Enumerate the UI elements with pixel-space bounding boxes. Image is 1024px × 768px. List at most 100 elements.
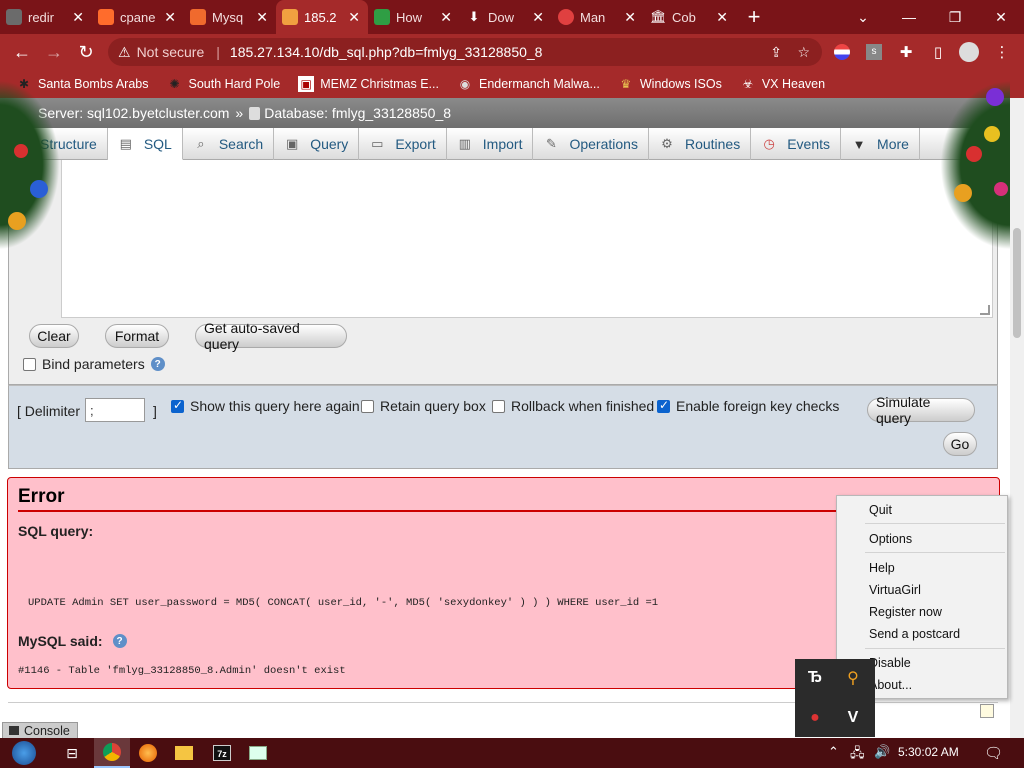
browser-tab[interactable]: Man ✕ [552,0,644,34]
menu-item-virtuagirl[interactable]: VirtuaGirl [869,583,921,597]
menu-item-help[interactable]: Help [869,561,895,575]
console-toggle[interactable]: Console [2,722,78,738]
mysql-said-row: MySQL said: ? [18,633,127,649]
option-retain-query-box[interactable]: Retain query box [361,398,486,414]
clear-button[interactable]: Clear [29,324,79,348]
browser-tab[interactable]: How ✕ [368,0,460,34]
option-show-query[interactable]: Show this query here again [171,398,360,414]
browser-tab[interactable]: cpane ✕ [92,0,184,34]
forward-icon[interactable]: → [38,36,70,68]
tab-routines[interactable]: ⚙ Routines [649,128,752,160]
bookmark-item[interactable]: ♛ Windows ISOs [618,76,721,92]
tab-search[interactable]: ⌕ Search [183,128,275,160]
delimiter-input[interactable] [85,398,145,422]
v-tray-icon[interactable]: V [839,704,867,732]
file-explorer-icon[interactable] [166,738,202,768]
menu-icon[interactable]: ⋮ [990,40,1014,64]
rollback-checkbox[interactable] [492,399,505,413]
go-button[interactable]: Go [943,432,977,456]
scrollbar-thumb[interactable] [1013,228,1021,338]
option-rollback[interactable]: Rollback when finished [492,398,654,414]
system-clock[interactable]: 5:30:02 AM [898,745,959,759]
close-window-icon[interactable]: ✕ [978,0,1024,34]
foreign-key-checks-checkbox[interactable] [657,398,670,413]
menu-item-about[interactable]: About... [869,678,912,692]
simulate-query-button[interactable]: Simulate query [867,394,975,426]
extension-icon[interactable] [830,40,854,64]
close-icon[interactable]: ✕ [256,9,268,26]
format-button[interactable]: Format [105,324,169,348]
server-link[interactable]: Server: sql102.byetcluster.com [38,105,229,121]
page-scrollbar[interactable] [1010,98,1024,738]
browser-tab[interactable]: 🏛 Cob ✕ [644,0,736,34]
help-icon[interactable]: ? [112,634,127,648]
menu-item-postcard[interactable]: Send a postcard [869,627,960,641]
tab-sql[interactable]: ▤ SQL [107,128,183,160]
tab-export[interactable]: ▭ Export [359,128,447,160]
app-taskbar-icon[interactable] [240,738,276,768]
bookmark-item[interactable]: ☣ VX Heaven [740,76,825,92]
browser-tab[interactable]: Mysq ✕ [184,0,276,34]
chevron-down-icon: ▼ [852,136,866,152]
menu-item-disable[interactable]: Disable [869,656,911,670]
volume-icon[interactable]: 🔊 [874,744,890,760]
star-icon[interactable]: ☆ [797,44,810,61]
tab-import[interactable]: ▥ Import [447,128,534,160]
retain-query-box-checkbox[interactable] [361,399,374,413]
tb-tray-icon[interactable]: Ђ [801,664,829,692]
browser-tab[interactable]: ⬇ Dow ✕ [460,0,552,34]
puzzle-icon[interactable]: ✚ [894,40,918,64]
chrome-taskbar-icon[interactable] [94,738,130,768]
new-tab-button[interactable]: + [742,4,766,30]
menu-item-quit[interactable]: Quit [869,503,892,517]
network-icon[interactable]: 🖧 [850,744,865,766]
ornament-icon [994,182,1008,196]
close-icon[interactable]: ✕ [348,9,360,26]
close-icon[interactable]: ✕ [716,9,728,26]
address-bar[interactable]: ⚠ Not secure | 185.27.134.10/db_sql.php?… [108,38,822,66]
menu-item-register[interactable]: Register now [869,605,942,619]
7zip-taskbar-icon[interactable]: 7z [204,738,240,768]
share-icon[interactable]: ⇪ [770,44,782,61]
browser-tab[interactable]: redir ✕ [0,0,92,34]
show-query-checkbox[interactable] [171,398,184,413]
database-link[interactable]: Database: fmlyg_33128850_8 [264,105,451,121]
close-icon[interactable]: ✕ [532,9,544,26]
bind-parameters-checkbox[interactable] [23,357,36,371]
firefox-taskbar-icon[interactable] [130,738,166,768]
menu-item-options[interactable]: Options [869,532,912,546]
close-icon[interactable]: ✕ [440,9,452,26]
profile-icon[interactable] [957,40,981,64]
back-icon[interactable]: ← [6,36,38,68]
bookmark-item[interactable]: ✺ South Hard Pole [166,76,280,92]
tab-events[interactable]: ◷ Events [751,128,842,160]
bookmark-item[interactable]: ▣ MEMZ Christmas E... [298,76,439,92]
search-icon[interactable]: ⚲ [839,664,867,692]
bookmark-item[interactable]: ◉ Endermanch Malwa... [457,76,600,92]
tab-search-icon[interactable]: ⌄ [840,0,886,34]
tab-more[interactable]: ▼ More [841,128,920,160]
notes-icon[interactable] [980,704,994,718]
minimize-icon[interactable]: — [886,0,932,34]
option-foreign-key-checks[interactable]: Enable foreign key checks [657,398,839,414]
task-view-icon[interactable]: ⊟ [54,738,90,768]
help-icon[interactable]: ? [150,357,165,371]
notification-icon[interactable]: 🗨 [984,744,1003,762]
resize-grip-icon[interactable] [980,305,990,315]
reload-icon[interactable]: ↻ [70,36,102,68]
windows-iso-icon: ♛ [620,77,632,91]
start-button[interactable] [4,738,44,768]
chevron-up-icon[interactable]: ⌃ [828,744,839,760]
extension-s-icon[interactable]: s [862,40,886,64]
close-icon[interactable]: ✕ [164,9,176,26]
get-autosaved-query-button[interactable]: Get auto-saved query [195,320,347,352]
ornament-tray-icon[interactable]: ● [801,704,829,732]
close-icon[interactable]: ✕ [72,9,84,26]
close-icon[interactable]: ✕ [624,9,636,26]
tab-operations[interactable]: ✎ Operations [533,128,649,160]
restore-icon[interactable]: ❐ [932,0,978,34]
tab-query[interactable]: ▣ Query [274,128,360,160]
browser-tab-active[interactable]: 185.2 ✕ [276,0,368,34]
sql-editor[interactable] [61,160,993,318]
side-panel-icon[interactable]: ▯ [926,40,950,64]
